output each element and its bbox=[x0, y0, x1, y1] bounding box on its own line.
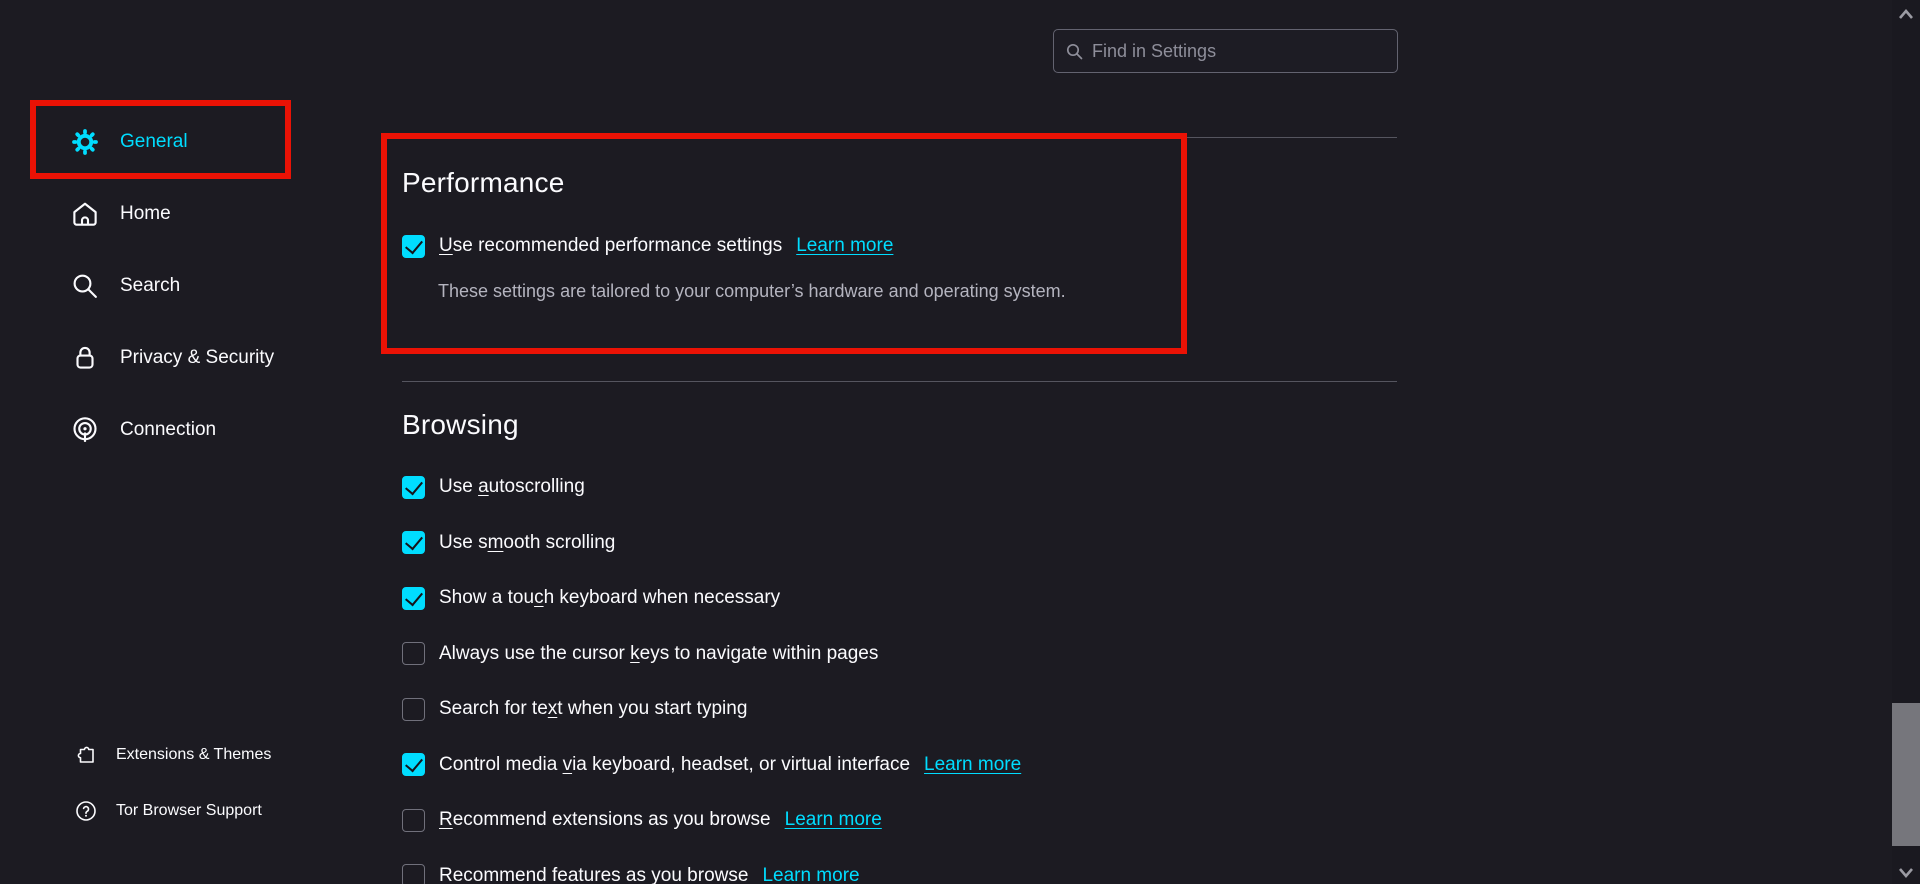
checkbox[interactable] bbox=[402, 698, 425, 721]
scroll-up-icon[interactable] bbox=[1898, 7, 1914, 19]
performance-section-title: Performance bbox=[402, 167, 565, 199]
search-when-typing-row[interactable]: Search for text when you start typing bbox=[402, 691, 1021, 727]
find-in-settings-input[interactable] bbox=[1092, 41, 1385, 62]
learn-more-link[interactable]: Learn more bbox=[796, 235, 893, 257]
sidebar-item-label: Extensions & Themes bbox=[116, 746, 271, 764]
checkbox[interactable] bbox=[402, 809, 425, 832]
search-icon bbox=[1066, 43, 1083, 60]
sidebar-footer: Extensions & Themes Tor Browser Support bbox=[0, 727, 380, 839]
recommend-extensions-row[interactable]: Recommend extensions as you browse Learn… bbox=[402, 802, 1021, 838]
sidebar-item-label: Connection bbox=[120, 419, 216, 441]
checkbox[interactable] bbox=[402, 531, 425, 554]
home-icon bbox=[70, 199, 100, 229]
settings-sidebar: General Home Search Privacy & Security bbox=[0, 106, 380, 466]
magnifier-icon bbox=[70, 271, 100, 301]
checkbox-label[interactable]: Search for text when you start typing bbox=[439, 698, 747, 720]
learn-more-link[interactable]: Learn more bbox=[924, 754, 1021, 776]
checkbox-label[interactable]: Always use the cursor keys to navigate w… bbox=[439, 643, 878, 665]
checkbox-label[interactable]: Recommend extensions as you browse bbox=[439, 809, 771, 831]
performance-description: These settings are tailored to your comp… bbox=[438, 281, 1066, 302]
sidebar-item-label: Home bbox=[120, 203, 171, 225]
vertical-scrollbar[interactable] bbox=[1892, 0, 1920, 884]
sidebar-item-label: Tor Browser Support bbox=[116, 802, 262, 820]
use-recommended-performance-row[interactable]: Use recommended performance settings Lea… bbox=[402, 228, 893, 264]
checkbox[interactable] bbox=[402, 235, 425, 258]
use-smooth-scrolling-row[interactable]: Use smooth scrolling bbox=[402, 525, 1021, 561]
checkbox[interactable] bbox=[402, 476, 425, 499]
cursor-keys-navigate-row[interactable]: Always use the cursor keys to navigate w… bbox=[402, 636, 1021, 672]
checkbox-label[interactable]: Recommend features as you browse bbox=[439, 865, 748, 884]
puzzle-icon bbox=[74, 743, 98, 767]
checkbox[interactable] bbox=[402, 587, 425, 610]
scrollbar-thumb[interactable] bbox=[1892, 703, 1920, 846]
sidebar-item-label: Privacy & Security bbox=[120, 347, 274, 369]
sidebar-item-connection[interactable]: Connection bbox=[0, 394, 380, 466]
sidebar-item-label: General bbox=[120, 131, 188, 153]
sidebar-item-search[interactable]: Search bbox=[0, 250, 380, 322]
checkbox-label[interactable]: Use recommended performance settings bbox=[439, 235, 782, 257]
browsing-section-title: Browsing bbox=[402, 409, 519, 441]
sidebar-item-general[interactable]: General bbox=[0, 106, 380, 178]
scroll-down-icon[interactable] bbox=[1898, 866, 1914, 878]
checkbox-label[interactable]: Show a touch keyboard when necessary bbox=[439, 587, 780, 609]
checkbox[interactable] bbox=[402, 864, 425, 884]
broadcast-icon bbox=[70, 415, 100, 445]
learn-more-link[interactable]: Learn more bbox=[762, 865, 859, 884]
gear-icon bbox=[70, 127, 100, 157]
section-divider bbox=[402, 381, 1397, 382]
checkbox-label[interactable]: Use autoscrolling bbox=[439, 476, 585, 498]
section-divider bbox=[402, 137, 1397, 138]
checkbox[interactable] bbox=[402, 642, 425, 665]
settings-page: General Home Search Privacy & Security bbox=[0, 0, 1920, 884]
checkbox-label[interactable]: Control media via keyboard, headset, or … bbox=[439, 754, 910, 776]
use-autoscrolling-row[interactable]: Use autoscrolling bbox=[402, 469, 1021, 505]
question-icon bbox=[74, 799, 98, 823]
checkbox-label[interactable]: Use smooth scrolling bbox=[439, 532, 615, 554]
browsing-options-list: Use autoscrolling Use smooth scrolling S… bbox=[402, 469, 1021, 884]
lock-icon bbox=[70, 343, 100, 373]
checkbox[interactable] bbox=[402, 753, 425, 776]
touch-keyboard-row[interactable]: Show a touch keyboard when necessary bbox=[402, 580, 1021, 616]
find-in-settings-box[interactable] bbox=[1053, 29, 1398, 73]
sidebar-item-label: Search bbox=[120, 275, 180, 297]
control-media-row[interactable]: Control media via keyboard, headset, or … bbox=[402, 747, 1021, 783]
sidebar-item-privacy-security[interactable]: Privacy & Security bbox=[0, 322, 380, 394]
sidebar-item-extensions-themes[interactable]: Extensions & Themes bbox=[0, 727, 380, 783]
recommend-features-row[interactable]: Recommend features as you browse Learn m… bbox=[402, 858, 1021, 884]
sidebar-item-home[interactable]: Home bbox=[0, 178, 380, 250]
learn-more-link[interactable]: Learn more bbox=[785, 809, 882, 831]
sidebar-item-tor-support[interactable]: Tor Browser Support bbox=[0, 783, 380, 839]
